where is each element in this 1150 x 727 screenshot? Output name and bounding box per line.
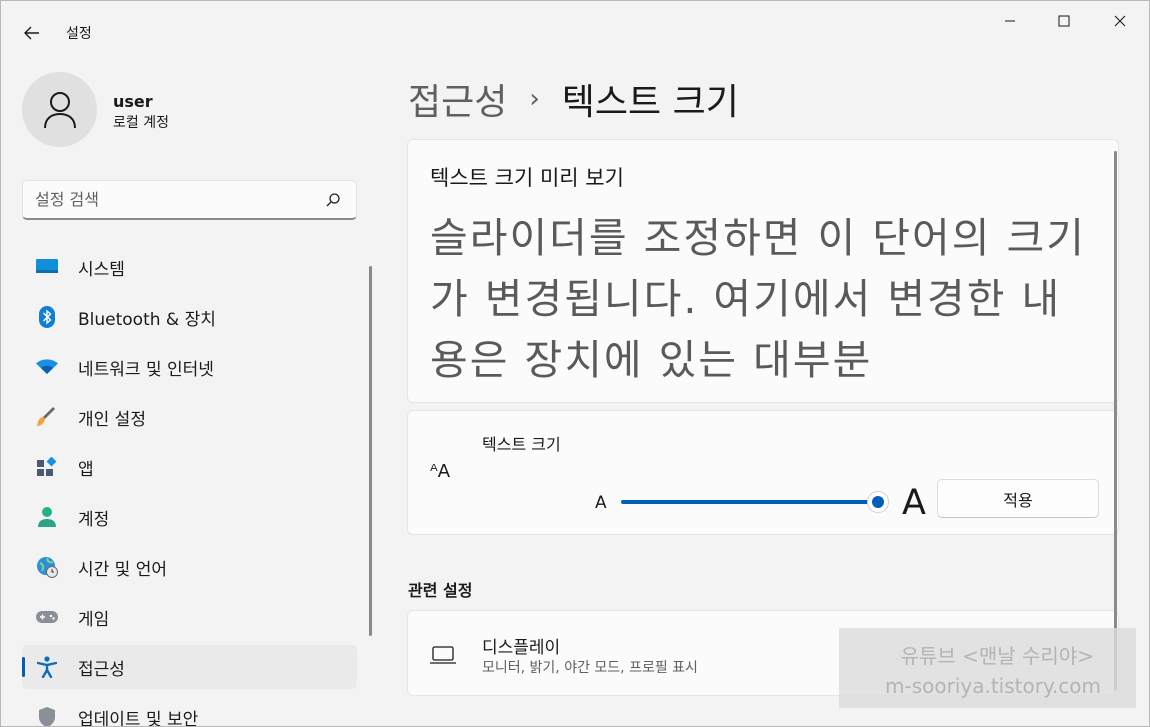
sidebar-item-update-security[interactable]: 업데이트 및 보안 [22, 695, 357, 727]
back-button[interactable] [15, 17, 49, 49]
gamepad-icon [36, 606, 58, 628]
maximize-button[interactable] [1039, 3, 1089, 39]
title-bar: 설정 [1, 1, 1149, 63]
user-name: user [113, 92, 153, 111]
preview-sample-text: 슬라이더를 조정하면 이 단어의 크기가 변경됩니다. 여기에서 변경한 내용은… [430, 214, 1086, 384]
person-icon [36, 506, 58, 528]
bluetooth-icon [36, 306, 58, 328]
text-size-label: 텍스트 크기 [482, 435, 561, 454]
nav-list: 시스템 Bluetooth & 장치 네트워크 및 인터넷 개인 설정 앱 계정… [22, 245, 357, 727]
sidebar-item-bluetooth[interactable]: Bluetooth & 장치 [22, 295, 357, 339]
maximize-icon [1058, 15, 1070, 27]
shield-icon [36, 706, 58, 726]
close-button[interactable] [1095, 3, 1145, 39]
watermark-line1: 유튜브 <맨날 수리야> [900, 644, 1094, 668]
sidebar-item-label: 시스템 [78, 259, 125, 280]
related-settings-header: 관련 설정 [408, 581, 473, 600]
text-size-slider-thumb[interactable] [867, 491, 889, 513]
brush-icon [36, 406, 58, 428]
sidebar-item-apps[interactable]: 앱 [22, 445, 357, 489]
sidebar-item-label: 네트워크 및 인터넷 [78, 359, 214, 380]
sidebar-item-label: 개인 설정 [78, 409, 146, 430]
monitor-icon [36, 256, 58, 278]
breadcrumb-separator: › [529, 84, 540, 114]
slider-max-label: A [902, 483, 926, 523]
settings-window: 설정 user 로컬 계정 설정 검색 시스템 Bluetooth & 장치 네… [0, 0, 1150, 727]
sidebar-item-time-language[interactable]: 시간 및 언어 [22, 545, 357, 589]
minimize-icon [1005, 20, 1015, 22]
slider-min-label: A [595, 493, 607, 513]
close-icon [1114, 15, 1126, 27]
sidebar-item-accounts[interactable]: 계정 [22, 495, 357, 539]
page-title: 텍스트 크기 [561, 82, 739, 123]
sidebar-item-label: 업데이트 및 보안 [78, 709, 199, 727]
account-type: 로컬 계정 [113, 115, 169, 131]
display-subtitle: 모니터, 밝기, 야간 모드, 프로필 표시 [482, 660, 698, 676]
laptop-icon [430, 646, 456, 664]
globe-clock-icon [36, 556, 58, 578]
breadcrumb-parent-link[interactable]: 접근성 [408, 73, 507, 125]
search-icon[interactable] [325, 192, 341, 208]
apply-button[interactable]: 적용 [937, 479, 1099, 518]
sidebar-item-label: 접근성 [78, 659, 125, 680]
sidebar-item-label: Bluetooth & 장치 [78, 309, 216, 330]
text-size-icon: ᴬA [430, 461, 451, 482]
text-size-preview-card: 텍스트 크기 미리 보기 슬라이더를 조정하면 이 단어의 크기가 변경됩니다.… [407, 139, 1119, 403]
sidebar-item-label: 계정 [78, 509, 110, 530]
avatar[interactable] [22, 72, 97, 147]
sidebar-item-label: 앱 [78, 459, 94, 480]
user-silhouette-icon [43, 91, 76, 128]
display-title: 디스플레이 [482, 638, 561, 658]
search-input[interactable] [22, 180, 357, 220]
sidebar-scrollbar[interactable] [369, 266, 372, 636]
back-arrow-icon [24, 26, 39, 40]
watermark-line2: m-sooriya.tistory.com [885, 674, 1101, 698]
main-scrollbar[interactable] [1114, 151, 1117, 691]
breadcrumb: 접근성 › 텍스트 크기 [408, 73, 739, 125]
sidebar-item-accessibility[interactable]: 접근성 [22, 645, 357, 689]
sidebar: user 로컬 계정 시스템 Bluetooth & 장치 [1, 63, 381, 727]
sidebar-item-network[interactable]: 네트워크 및 인터넷 [22, 345, 357, 389]
app-title: 설정 [66, 26, 92, 42]
sidebar-item-system[interactable]: 시스템 [22, 245, 357, 289]
text-size-card: ᴬA 텍스트 크기 A A 적용 [407, 410, 1119, 535]
sidebar-item-gaming[interactable]: 게임 [22, 595, 357, 639]
sidebar-item-label: 게임 [78, 609, 110, 630]
apps-icon [36, 456, 58, 478]
accessibility-icon [36, 656, 58, 678]
minimize-button[interactable] [985, 3, 1035, 39]
sidebar-item-personalization[interactable]: 개인 설정 [22, 395, 357, 439]
watermark: 유튜브 <맨날 수리야> m-sooriya.tistory.com [839, 628, 1136, 708]
text-size-slider-track[interactable] [621, 500, 879, 504]
wifi-icon [36, 356, 58, 378]
sidebar-item-label: 시간 및 언어 [78, 559, 168, 580]
preview-title: 텍스트 크기 미리 보기 [430, 166, 624, 190]
